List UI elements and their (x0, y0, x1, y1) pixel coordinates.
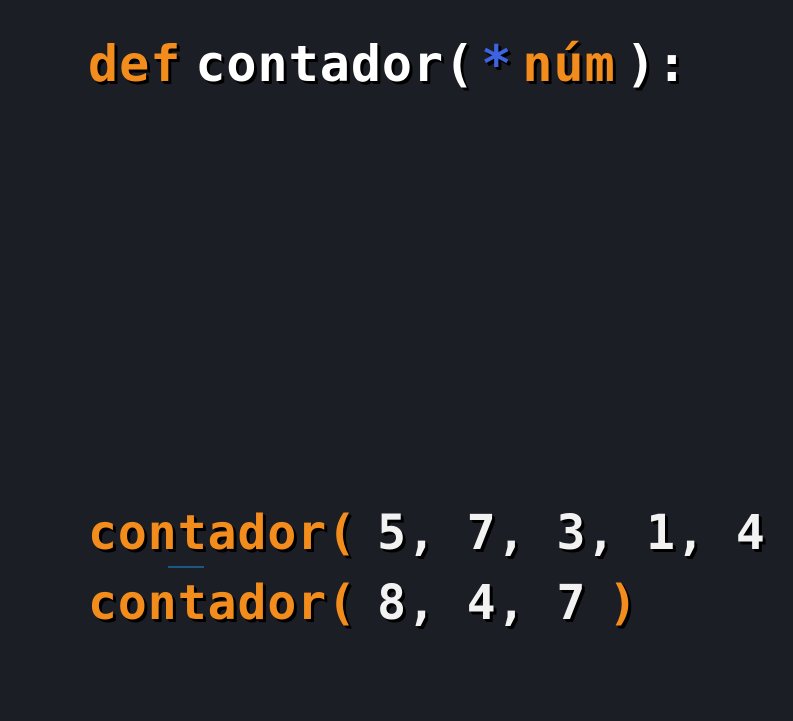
cursor-underline (168, 566, 204, 568)
call-1-function-name: contador( (88, 505, 358, 561)
function-definition-line: def contador(* núm): (88, 34, 688, 94)
call-2-arguments: 8, 4, 7 (377, 575, 587, 631)
def-keyword: def (88, 35, 182, 93)
call-1-closing-paren: ) (788, 505, 793, 561)
call-2-function-name: contador( (88, 575, 358, 631)
function-name: contador( (195, 35, 476, 93)
call-1-arguments: 5, 7, 3, 1, 4 (377, 505, 766, 561)
parameter-name: núm (522, 35, 616, 93)
call-2-closing-paren: ) (608, 575, 639, 631)
function-call-line-2: contador( 8, 4, 7) (88, 575, 638, 631)
definition-closing: ): (625, 35, 688, 93)
star-operator: * (481, 35, 513, 93)
function-call-line-1: contador( 5, 7, 3, 1, 4) (88, 505, 793, 561)
